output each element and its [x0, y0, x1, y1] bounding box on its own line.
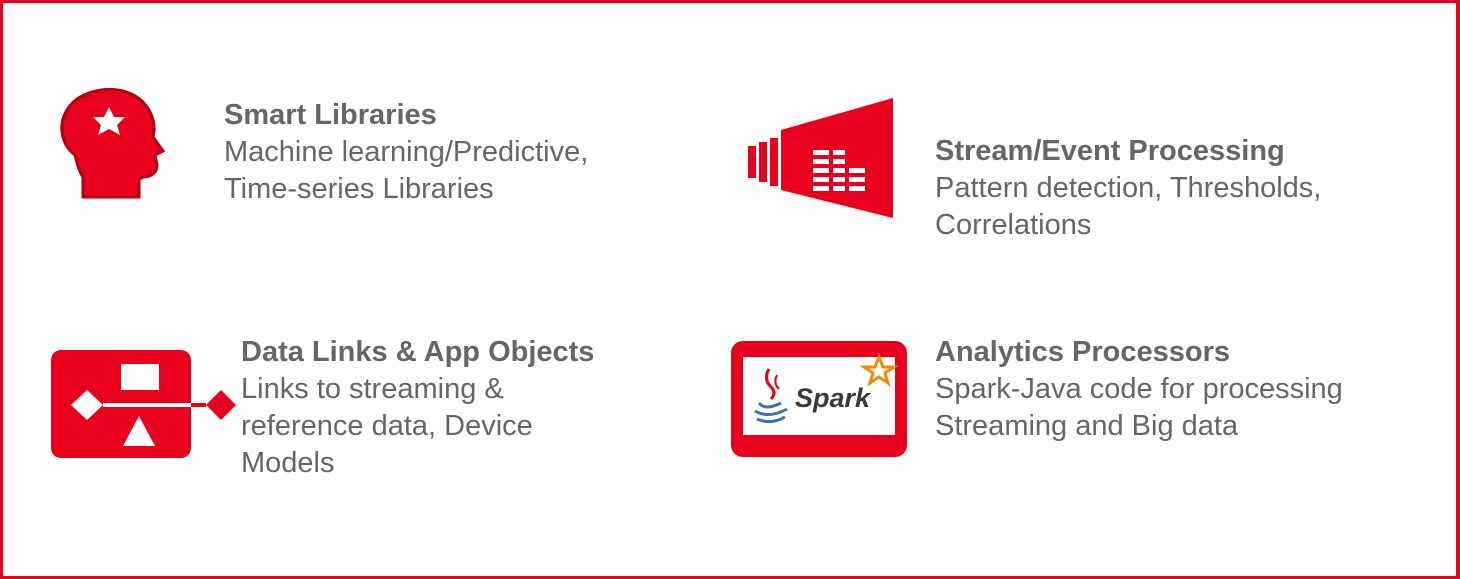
feature-description-line: Time-series Libraries [224, 173, 494, 205]
feature-title: Analytics Processors [935, 336, 1230, 368]
feature-description-line: Links to streaming & [241, 373, 504, 405]
feature-description-line: Correlations [935, 209, 1092, 241]
content-frame: Smart Libraries Machine learning/Predict… [0, 0, 1460, 579]
feature-description-line: Machine learning/Predictive, [224, 136, 589, 168]
feature-description-line: Models [241, 447, 335, 479]
data-flow-shapes-icon [51, 350, 241, 460]
feature-title: Smart Libraries [224, 99, 437, 131]
feature-description-line: Streaming and Big data [935, 410, 1239, 442]
spark-logo-text: Spark [795, 383, 871, 413]
feature-description-line: Pattern detection, Thresholds, [935, 172, 1322, 204]
feature-description-line: Spark-Java code for processing [935, 373, 1343, 405]
feature-description-line: reference data, Device [241, 410, 533, 442]
feature-title: Stream/Event Processing [935, 135, 1285, 167]
stream-bars-icon [743, 98, 903, 218]
spark-java-logo-icon: Spark [729, 339, 909, 459]
head-star-icon [53, 85, 168, 200]
feature-title: Data Links & App Objects [241, 336, 595, 368]
